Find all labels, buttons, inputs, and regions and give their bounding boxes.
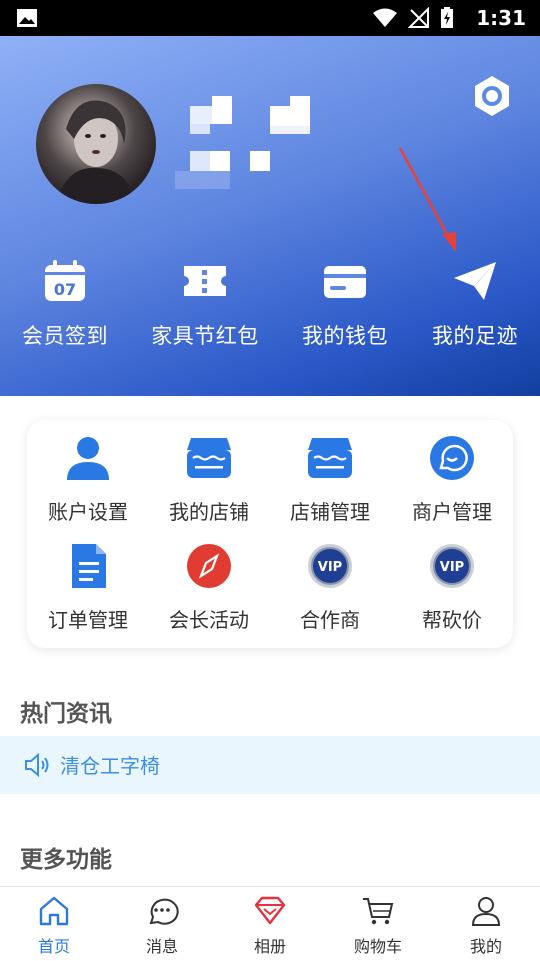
quick-label: 会员签到 <box>22 324 108 348</box>
grid-label: 账户设置 <box>48 500 128 524</box>
no-signal-icon <box>408 7 429 28</box>
quick-furniture-redpacket[interactable]: 家具节红包 <box>140 258 270 358</box>
cart-icon <box>363 898 394 925</box>
quick-actions: 07 会员签到 家具节红包 我的钱包 我的足迹 <box>0 258 540 368</box>
quick-member-checkin[interactable]: 07 会员签到 <box>0 258 130 358</box>
speaker-icon <box>25 753 49 777</box>
grid-label: 合作商 <box>300 608 360 632</box>
grid-label: 帮砍价 <box>422 608 482 632</box>
wallet-card-icon <box>324 266 366 298</box>
grid-account-settings[interactable]: 账户设置 <box>27 434 149 534</box>
grid-label: 我的店铺 <box>169 500 249 524</box>
grid-president-activity[interactable]: 会长活动 <box>148 542 270 642</box>
quick-footprints[interactable]: 我的足迹 <box>410 258 540 358</box>
tab-album[interactable]: 相册 <box>216 887 324 961</box>
tab-label: 首页 <box>37 937 70 956</box>
profile-header: 07 会员签到 家具节红包 我的钱包 我的足迹 <box>0 36 540 396</box>
quick-label: 我的足迹 <box>432 324 518 348</box>
image-notification-icon <box>17 9 37 27</box>
avatar-image <box>56 100 136 204</box>
grid-label: 店铺管理 <box>290 500 370 524</box>
battery-charging-icon <box>441 7 453 28</box>
grid-merchant-management[interactable]: 商户管理 <box>391 434 513 534</box>
tab-home[interactable]: 首页 <box>0 887 108 961</box>
tab-label: 消息 <box>145 937 178 956</box>
grid-label: 订单管理 <box>48 608 128 632</box>
grid-order-management[interactable]: 订单管理 <box>27 542 149 642</box>
hot-news-title: 热门资讯 <box>20 701 112 727</box>
quick-label: 我的钱包 <box>302 324 388 348</box>
grid-bargain-help[interactable]: VIP 帮砍价 <box>391 542 513 642</box>
tab-cart[interactable]: 购物车 <box>324 887 432 961</box>
news-item[interactable]: 清仓工字椅 <box>60 750 160 779</box>
bottom-tab-bar: 首页 消息 相册 购物车 我的 <box>0 886 540 961</box>
chat-smile-icon <box>430 436 474 480</box>
store-icon <box>308 438 352 478</box>
grid-my-store[interactable]: 我的店铺 <box>148 434 270 534</box>
vip-badge-icon: VIP <box>308 544 352 588</box>
grid-label: 商户管理 <box>412 500 492 524</box>
username-placeholder <box>175 96 310 189</box>
user-icon <box>67 437 109 480</box>
diamond-icon <box>254 896 286 925</box>
vip-badge-icon: VIP <box>430 544 474 588</box>
document-icon <box>72 544 106 588</box>
calendar-icon: 07 <box>45 260 85 301</box>
wifi-icon <box>373 8 397 27</box>
news-ticker[interactable]: 清仓工字椅 <box>0 736 540 794</box>
tab-messages[interactable]: 消息 <box>108 887 216 961</box>
tab-label: 相册 <box>253 937 286 956</box>
compass-icon <box>187 544 231 588</box>
grid-store-management[interactable]: 店铺管理 <box>269 434 391 534</box>
home-icon <box>39 896 69 926</box>
function-grid-card: 账户设置 我的店铺 店铺管理 商户管理 订单管理 会长活动 VIP 合作商 VI… <box>27 420 513 648</box>
ticket-icon <box>184 266 226 296</box>
store-icon <box>187 438 231 478</box>
paper-plane-icon <box>454 262 496 300</box>
vip-text: VIP <box>318 560 342 575</box>
vip-text: VIP <box>440 560 464 575</box>
clock: 1:31 <box>476 6 526 30</box>
message-icon <box>149 898 179 925</box>
tab-profile[interactable]: 我的 <box>432 887 540 961</box>
profile-icon <box>471 897 501 926</box>
status-bar: 1:31 <box>0 0 540 36</box>
more-functions-title: 更多功能 <box>20 847 112 873</box>
settings-icon[interactable] <box>470 74 514 118</box>
grid-partners[interactable]: VIP 合作商 <box>269 542 391 642</box>
calendar-day: 07 <box>54 280 76 299</box>
quick-label: 家具节红包 <box>151 324 259 348</box>
grid-label: 会长活动 <box>169 608 249 632</box>
tab-label: 我的 <box>469 937 502 956</box>
tab-label: 购物车 <box>353 937 402 956</box>
annotation-arrow <box>398 147 456 252</box>
avatar[interactable] <box>36 84 156 204</box>
quick-wallet[interactable]: 我的钱包 <box>280 258 410 358</box>
status-icons <box>372 7 454 29</box>
